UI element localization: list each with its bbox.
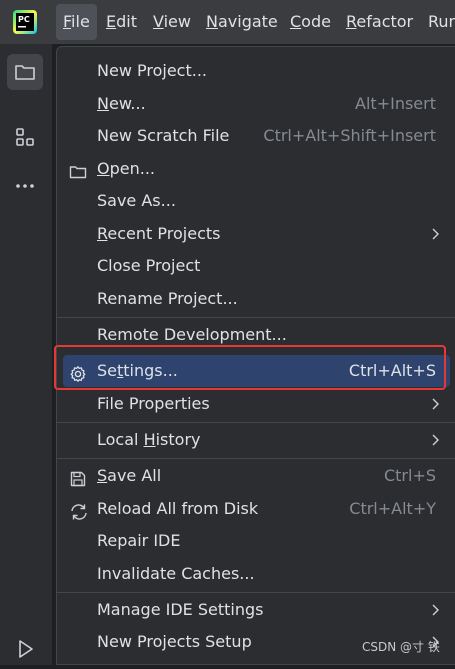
menu-separator [57,422,455,423]
gear-icon [69,362,87,382]
menu-separator [57,317,455,318]
menu-item-new-scratch-file[interactable]: New Scratch File Ctrl+Alt+Shift+Insert [57,120,455,152]
menu-edit[interactable]: Edit [99,0,144,44]
run-icon[interactable] [7,631,43,667]
pycharm-logo-icon[interactable]: PC [12,9,38,35]
folder-icon [69,160,87,179]
menu-item-recent-projects[interactable]: Recent Projects [57,218,455,250]
menu-file[interactable]: File [56,4,97,40]
chevron-right-icon [430,424,440,456]
menu-item-rename-project[interactable]: Rename Project... [57,283,455,315]
menu-item-new-project[interactable]: New Project... [57,55,455,87]
more-tools-icon[interactable] [7,168,43,204]
shortcut-text: Ctrl+S [383,466,436,485]
menu-code[interactable]: Code [283,0,338,44]
svg-text:PC: PC [18,15,30,24]
file-menu-dropdown: New Project... New... Alt+Insert New Scr… [56,46,455,665]
tool-window-stripe [0,44,53,665]
main-menu-bar: PC File Edit View Navigate Code Refactor… [0,0,455,44]
menu-item-manage-ide-settings[interactable]: Manage IDE Settings [57,594,455,626]
project-folder-icon[interactable] [7,54,43,90]
shortcut-text: Ctrl+Alt+Shift+Insert [263,126,436,145]
menu-item-new[interactable]: New... Alt+Insert [57,88,455,120]
menu-view[interactable]: View [146,0,198,44]
menu-separator [57,458,455,459]
menu-item-remote-development[interactable]: Remote Development... [57,319,455,351]
menu-item-file-properties[interactable]: File Properties [57,388,455,420]
menu-refactor[interactable]: Refactor [339,0,420,44]
shortcut-text: Ctrl+Alt+Y [349,499,436,518]
menu-navigate[interactable]: Navigate [199,0,285,44]
watermark-text: CSDN @寸 铁 [362,640,440,654]
reload-icon [69,500,87,520]
menu-item-save-all[interactable]: Save All Ctrl+S [57,460,455,492]
menu-item-close-project[interactable]: Close Project [57,250,455,282]
menu-item-reload-all-from-disk[interactable]: Reload All from Disk Ctrl+Alt+Y [57,493,455,525]
save-icon [69,467,87,487]
menu-item-save-as[interactable]: Save As... [57,185,455,217]
menu-item-invalidate-caches[interactable]: Invalidate Caches... [57,558,455,590]
menu-item-settings[interactable]: Settings... Ctrl+Alt+S [63,355,450,387]
chevron-right-icon [430,388,440,420]
chevron-right-icon [430,594,440,626]
chevron-right-icon [430,218,440,250]
shortcut-text: Ctrl+Alt+S [348,361,436,380]
menu-run[interactable]: Run [421,0,455,44]
menu-separator [57,592,455,593]
menu-item-repair-ide[interactable]: Repair IDE [57,525,455,557]
menu-item-local-history[interactable]: Local History [57,424,455,456]
shortcut-text: Alt+Insert [355,94,436,113]
menu-item-open[interactable]: Open... [57,153,455,185]
structure-icon[interactable] [7,119,43,155]
